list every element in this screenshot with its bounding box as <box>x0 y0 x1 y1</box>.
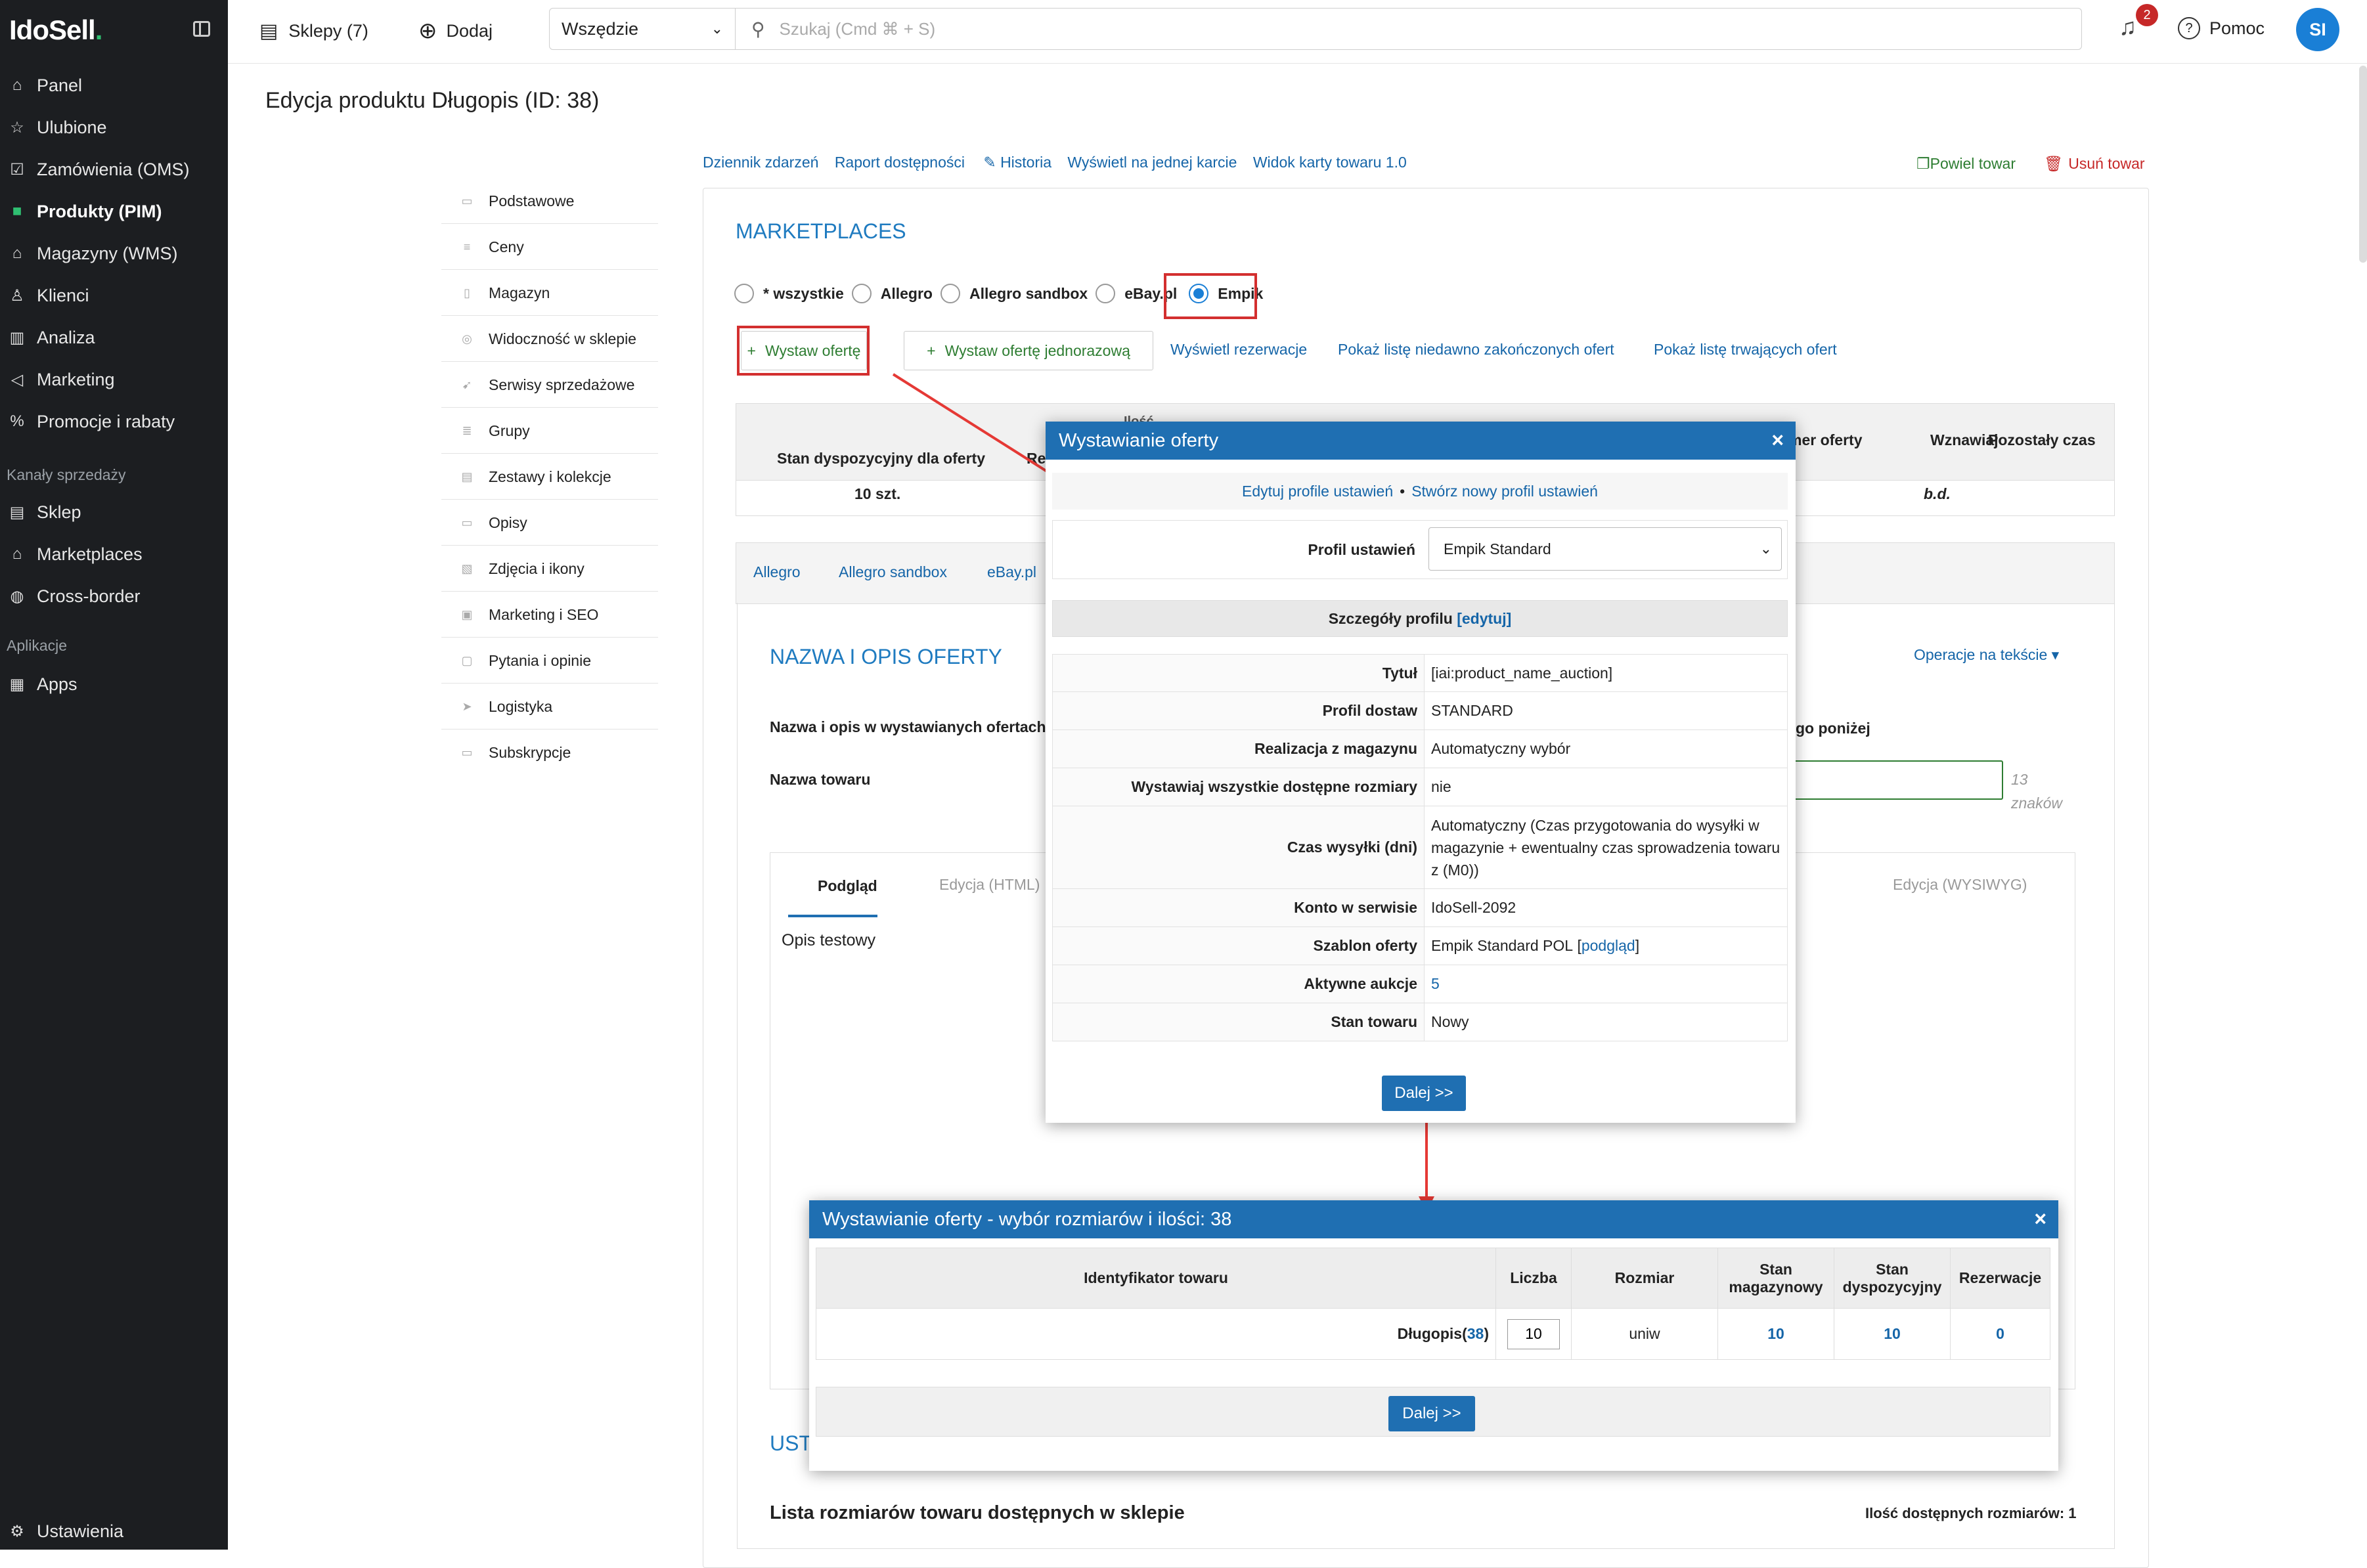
next-button[interactable]: Dalej >> <box>1388 1396 1475 1431</box>
dialog-header: Wystawianie oferty - wybór rozmiarów i i… <box>809 1200 2058 1238</box>
table-row: Długopis(38) uniw 10 10 0 <box>816 1308 2050 1360</box>
td-available[interactable]: 10 <box>1834 1308 1951 1360</box>
detail-row-title: Tytuł [iai:product_name_auction] <box>1052 654 1788 692</box>
detail-key: Konto w serwisie <box>1053 889 1425 926</box>
detail-row-active-auctions: Aktywne aukcje 5 <box>1052 965 1788 1003</box>
detail-value: IdoSell-2092 <box>1431 899 1516 916</box>
th-reservations: Rezerwacje <box>1950 1248 2050 1309</box>
details-label: Szczegóły profilu <box>1328 609 1453 627</box>
td-size: uniw <box>1571 1308 1718 1360</box>
sizes-table-header: Identyfikator towaru Liczba Rozmiar Stan… <box>816 1248 2050 1309</box>
detail-key: Tytuł <box>1053 655 1425 691</box>
th-stock: Stan magazynowy <box>1717 1248 1834 1309</box>
th-quantity: Liczba <box>1495 1248 1572 1309</box>
detail-key: Realizacja z magazynu <box>1053 730 1425 768</box>
detail-value: Automatyczny (Czas przygotowania do wysy… <box>1431 816 1781 879</box>
detail-key: Stan towaru <box>1053 1003 1425 1041</box>
chevron-down-icon: ⌄ <box>1759 540 1772 557</box>
detail-row-shipping-time: Czas wysyłki (dni) Automatyczny (Czas prz… <box>1052 806 1788 889</box>
sizes-dialog: Wystawianie oferty - wybór rozmiarów i i… <box>809 1200 2058 1471</box>
th-size: Rozmiar <box>1571 1248 1718 1309</box>
detail-value: Nowy <box>1431 1013 1469 1030</box>
product-id-link[interactable]: 38 <box>1467 1325 1484 1342</box>
detail-key: Aktywne aukcje <box>1053 965 1425 1003</box>
link-edit-profiles[interactable]: Edytuj profile ustawień <box>1242 483 1393 500</box>
detail-row-condition: Stan towaru Nowy <box>1052 1003 1788 1041</box>
details-edit-link[interactable]: [edytuj] <box>1457 610 1511 628</box>
next-button[interactable]: Dalej >> <box>1382 1076 1466 1111</box>
detail-key: Szablon oferty <box>1053 927 1425 965</box>
close-icon[interactable]: × <box>1771 428 1784 452</box>
template-name: Empik Standard POL <box>1431 937 1574 954</box>
detail-row-account: Konto w serwisie IdoSell-2092 <box>1052 889 1788 927</box>
dialog-title: Wystawianie oferty - wybór rozmiarów i i… <box>822 1208 1232 1230</box>
dialog-title: Wystawianie oferty <box>1059 429 1219 451</box>
separator: • <box>1400 482 1405 500</box>
detail-row-template: Szablon oferty Empik Standard POL [podglą… <box>1052 927 1788 965</box>
profile-select[interactable]: Empik Standard ⌄ <box>1428 527 1782 571</box>
sizes-table: Identyfikator towaru Liczba Rozmiar Stan… <box>816 1248 2050 1360</box>
detail-key: Wystawiaj wszystkie dostępne rozmiary <box>1053 768 1425 806</box>
detail-row-delivery: Profil dostaw STANDARD <box>1052 692 1788 730</box>
detail-value: Empik Standard POL [podgląd] <box>1431 937 1640 955</box>
detail-value: nie <box>1431 778 1451 795</box>
td-reservations[interactable]: 0 <box>1950 1308 2050 1360</box>
product-name: Długopis <box>1397 1325 1463 1342</box>
close-icon[interactable]: × <box>2034 1207 2046 1231</box>
arrow-line-1 <box>892 373 1059 479</box>
detail-row-sizes: Wystawiaj wszystkie dostępne rozmiary nie <box>1052 768 1788 806</box>
quantity-input[interactable] <box>1507 1318 1560 1349</box>
th-available: Stan dyspozycyjny <box>1834 1248 1951 1309</box>
template-preview-link[interactable]: podgląd <box>1582 937 1635 955</box>
profile-value: Empik Standard <box>1444 540 1551 557</box>
active-auctions-link[interactable]: 5 <box>1425 965 1787 1003</box>
dialog-header: Wystawianie oferty × <box>1046 422 1796 460</box>
detail-value: STANDARD <box>1431 702 1513 719</box>
detail-row-warehouse: Realizacja z magazynu Automatyczny wybór <box>1052 730 1788 768</box>
th-identifier: Identyfikator towaru <box>816 1248 1496 1309</box>
detail-key: Profil dostaw <box>1053 692 1425 730</box>
link-new-profile[interactable]: Stwórz nowy profil ustawień <box>1411 483 1598 500</box>
td-stock[interactable]: 10 <box>1717 1308 1834 1360</box>
profile-label: Profil ustawień <box>1308 540 1415 558</box>
profile-details-header: Szczegóły profilu [edytuj] <box>1052 600 1788 637</box>
td-quantity <box>1495 1308 1572 1360</box>
td-identifier: Długopis(38) <box>816 1308 1496 1360</box>
profile-links-bar: Edytuj profile ustawień • Stwórz nowy pr… <box>1052 473 1788 510</box>
detail-value: Automatyczny wybór <box>1431 740 1571 757</box>
profile-row: Profil ustawień Empik Standard ⌄ <box>1052 520 1788 579</box>
post-offer-dialog: Wystawianie oferty × Edytuj profile ustaw… <box>1046 422 1796 1123</box>
detail-value: [iai:product_name_auction] <box>1431 664 1613 682</box>
detail-key: Czas wysyłki (dni) <box>1053 806 1425 888</box>
